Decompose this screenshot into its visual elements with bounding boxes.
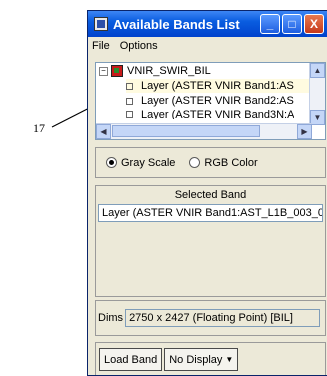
tree-root[interactable]: − VNIR_SWIR_BIL (99, 64, 211, 78)
tree-item-band2[interactable]: Layer (ASTER VNIR Band2:AS (126, 94, 294, 108)
selected-band-group: Selected Band Layer (ASTER VNIR Band1:AS… (95, 185, 326, 297)
menu-file[interactable]: File (92, 40, 110, 52)
menu-options[interactable]: Options (120, 40, 158, 52)
band-icon (126, 97, 133, 105)
window-app-icon (94, 17, 108, 31)
close-button[interactable]: X (304, 14, 324, 34)
scroll-thumb[interactable] (112, 125, 260, 137)
tree-item-band1[interactable]: Layer (ASTER VNIR Band1:AS (126, 79, 310, 93)
chevron-down-icon: ▼ (225, 355, 234, 364)
tree-item-label: Layer (ASTER VNIR Band3N:A (141, 109, 295, 119)
display-dropdown[interactable]: No Display ▼ (164, 348, 239, 371)
rgb-color-radio[interactable] (189, 157, 201, 168)
band-icon (126, 82, 133, 90)
dims-label: Dims (98, 312, 124, 324)
band-icon (126, 111, 133, 118)
selected-band-label: Selected Band (174, 189, 247, 201)
file-icon (111, 65, 123, 77)
tree-horizontal-scrollbar[interactable]: ◀ ▶ (96, 123, 312, 139)
menu-bar: File Options (88, 37, 327, 55)
tree-item-label: Layer (ASTER VNIR Band2:AS (141, 95, 294, 107)
window-title: Available Bands List (113, 16, 240, 32)
tree-root-label: VNIR_SWIR_BIL (127, 65, 211, 77)
display-dropdown-label: No Display (169, 353, 223, 366)
dims-field: 2750 x 2427 (Floating Point) [BIL] (125, 309, 321, 327)
band-tree[interactable]: − VNIR_SWIR_BIL Layer (ASTER VNIR Band1:… (95, 62, 326, 140)
scroll-right-icon[interactable]: ▶ (297, 124, 312, 139)
load-band-button[interactable]: Load Band (99, 348, 163, 371)
scroll-down-icon[interactable]: ▼ (310, 110, 325, 125)
rgb-color-label: RGB Color (204, 156, 258, 169)
collapse-icon[interactable]: − (99, 66, 108, 76)
action-bar: Load Band No Display ▼ (95, 342, 326, 375)
minimize-button[interactable]: _ (260, 14, 280, 34)
title-bar[interactable]: Available Bands List _ □ X (88, 11, 327, 37)
available-bands-window: Available Bands List _ □ X File Options … (87, 10, 327, 376)
dims-group: Dims 2750 x 2427 (Floating Point) [BIL] (95, 300, 326, 336)
gray-scale-radio[interactable] (106, 157, 117, 168)
tree-item-band3n[interactable]: Layer (ASTER VNIR Band3N:A (126, 109, 294, 119)
color-mode-group: Gray Scale RGB Color (95, 147, 326, 178)
gray-scale-label: Gray Scale (121, 156, 176, 169)
maximize-button[interactable]: □ (282, 14, 302, 34)
scroll-left-icon[interactable]: ◀ (96, 124, 111, 139)
tree-vertical-scrollbar[interactable]: ▲ ▼ (309, 63, 325, 125)
scroll-up-icon[interactable]: ▲ (310, 63, 325, 78)
selected-band-field: Layer (ASTER VNIR Band1:AST_L1B_003_0 (98, 204, 323, 222)
tree-item-label: Layer (ASTER VNIR Band1:AS (141, 80, 294, 92)
